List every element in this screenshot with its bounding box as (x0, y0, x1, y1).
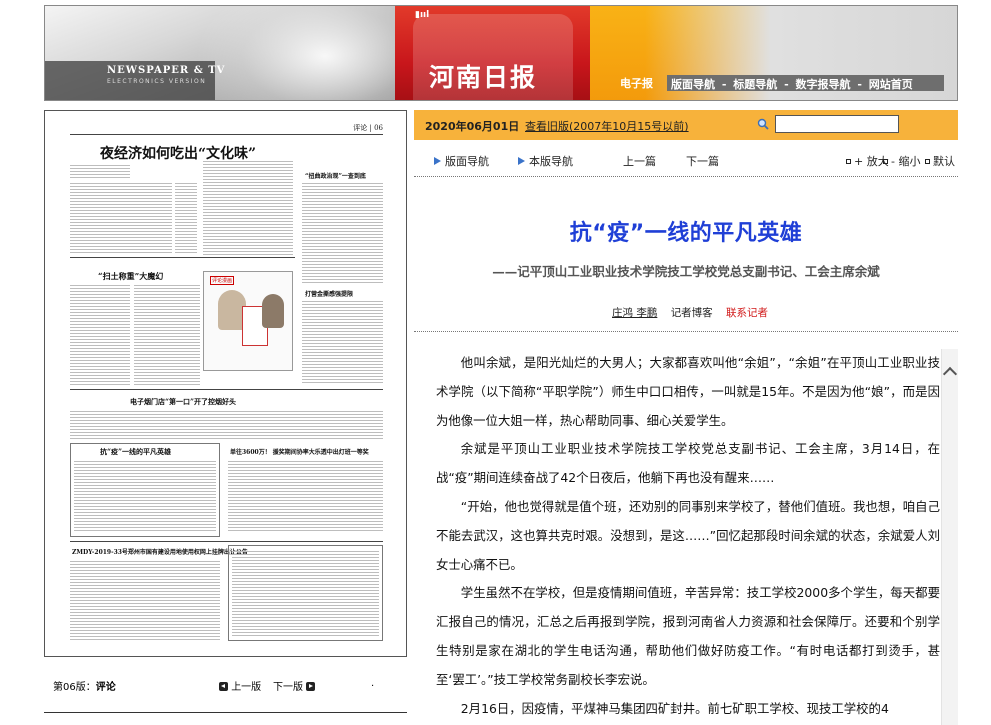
author-link[interactable]: 庄鸿 李鹏 (612, 307, 657, 319)
paper-name: 河南日报 (429, 63, 538, 92)
square-icon (846, 159, 851, 164)
zoom-out-button[interactable]: - 缩小 (883, 153, 920, 169)
text-block (70, 411, 383, 439)
text-block (203, 161, 293, 255)
page-name: 评论 (95, 682, 116, 693)
text-block (228, 461, 383, 533)
divider (44, 712, 407, 713)
headline-2[interactable]: “扫土称重”大魔幻 (98, 271, 163, 282)
newspaper-page-thumbnail[interactable]: 评论 | 06 夜经济如何吃出“文化味” “扫土称重”大魔幻 电子烟门店“第一口… (44, 110, 407, 657)
dotted-divider (414, 331, 958, 332)
old-version-link[interactable]: 查看旧版(2007年10月15号以前) (525, 118, 689, 134)
square-icon (925, 159, 930, 164)
text-block (302, 301, 383, 385)
article-title: 抗“疫”一线的平凡英雄 (569, 221, 803, 246)
cartoon-label: 评论漫画 (210, 276, 235, 285)
prev-page-label: 上一版 (231, 682, 262, 693)
article-paragraph: “开始，他也觉得就是值个班，还劝别的同事别来学校了，替他们值班。我也想，咱自己不… (436, 498, 940, 572)
headline-main[interactable]: 夜经济如何吃出“文化味” (100, 143, 256, 163)
section-label: 电子报 (620, 77, 653, 90)
column-rule (70, 541, 383, 542)
contact-reporter-link[interactable]: 联系记者 (726, 307, 768, 319)
nav-separator: - (857, 78, 862, 91)
footer-dot: . (371, 678, 375, 689)
page-label: 评论 | 06 (353, 124, 383, 132)
article-subtitle: ——记平顶山工业职业技术学院技工学校党总支副书记、工会主席余斌 (492, 264, 880, 279)
banner-graphic (45, 6, 455, 100)
layout-nav-link[interactable]: 版面导航 (434, 153, 489, 169)
text-block (70, 183, 172, 253)
search-icon[interactable] (757, 118, 769, 130)
header-banner: NEWSPAPER & TV ELECTRONICS VERSION ▮ııl … (44, 5, 958, 101)
default-size-button[interactable]: 默认 (925, 153, 955, 169)
article-paragraph: 余斌是平顶山工业职业技术学院技工学校党总支副书记、工会主席，3月14日，在战“疫… (436, 441, 940, 486)
dotted-divider (414, 176, 958, 177)
page-number-label: 第06版： (53, 682, 96, 693)
nav-home[interactable]: 网站首页 (869, 78, 913, 91)
headline-6[interactable]: “扭曲政治观”一查到底 (305, 171, 366, 180)
brand-english-subtitle: ELECTRONICS VERSION (107, 78, 207, 85)
article-paragraph: 他叫余斌，是阳光灿烂的大男人；大家都喜欢叫他“余姐”，“余姐”在平顶山工业职业技… (436, 355, 940, 428)
article-paragraph: 2月16日，因疫情，平煤神马集团四矿封井。前七矿职工学校、现技工学校的4 (460, 700, 889, 716)
this-page-nav-label: 本版导航 (529, 155, 573, 168)
text-block (302, 183, 383, 283)
date-bar: 2020年06月01日 查看旧版(2007年10月15号以前) (414, 110, 958, 140)
zoom-out-label: - 缩小 (891, 155, 921, 168)
arrow-right-icon (434, 157, 441, 165)
article-paragraph: 学生虽然不在学校，但是疫情期间值班，辛苦异常：技工学校2000多个学生，每天都要… (436, 585, 940, 687)
next-article-link[interactable]: 下一篇 (686, 153, 719, 169)
column-rule (70, 257, 295, 258)
next-page-label: 下一版 (273, 682, 303, 693)
text-block (70, 165, 130, 179)
nav-separator: - (784, 78, 789, 91)
article-scrollbar[interactable] (941, 349, 958, 725)
scroll-up-icon[interactable] (942, 365, 959, 382)
byline: 庄鸿 李鹏 记者博客 联系记者 (612, 305, 768, 320)
headline-5[interactable]: 单往3600万！ 援奖期间协率大乐透中出灯班一等奖 (230, 447, 369, 456)
cartoon-figure (262, 294, 284, 328)
page-footer: 第06版：评论 上一版 下一版 . (53, 678, 383, 693)
column-rule (70, 389, 383, 390)
text-block (70, 285, 130, 385)
default-size-label: 默认 (933, 155, 955, 168)
arrow-left-icon (219, 682, 228, 691)
prev-article-link[interactable]: 上一篇 (623, 153, 656, 169)
square-icon (883, 159, 888, 164)
page-number: 第06版：评论 (53, 678, 116, 693)
headline-8[interactable]: ZMDY-2019-33号郑州市国有建设用地使用权网上挂牌出让公告 (72, 547, 248, 556)
reporter-blog-link[interactable]: 记者博客 (671, 307, 713, 319)
article-body: 他叫余斌，是阳光灿烂的大男人；大家都喜欢叫他“余姐”，“余姐”在平顶山工业职业技… (436, 349, 940, 725)
headline-7[interactable]: 打营金撕感强提限 (305, 289, 353, 298)
text-block (232, 551, 379, 637)
arrow-right-icon (306, 682, 316, 691)
arrow-right-icon (518, 157, 525, 165)
prev-page-link[interactable]: 上一版 (219, 678, 261, 693)
text-block (74, 461, 216, 533)
headline-3[interactable]: 电子烟门店“第一口”开了控烟好头 (130, 397, 236, 407)
text-block (134, 285, 200, 385)
brand-english-title: NEWSPAPER & TV (107, 65, 226, 76)
paper-logo-icon: ▮ııl (415, 10, 430, 20)
text-block (70, 561, 220, 641)
this-page-nav-link[interactable]: 本版导航 (518, 153, 573, 169)
page-header: 评论 | 06 (70, 121, 383, 135)
newspaper-page: 评论 | 06 夜经济如何吃出“文化味” “扫土称重”大魔幻 电子烟门店“第一口… (70, 121, 383, 648)
next-page-link[interactable]: 下一版 (273, 678, 316, 693)
headline-4[interactable]: 抗“疫”一线的平凡英雄 (100, 447, 171, 457)
top-nav: 版面导航 - 标题导航 - 数字报导航 - 网站首页 (667, 75, 944, 91)
article-toolbar: 版面导航 本版导航 上一篇 下一篇 + 放大 - 缩小 默认 (414, 153, 958, 169)
text-block (175, 183, 197, 253)
nav-separator: - (721, 78, 727, 91)
layout-nav-label: 版面导航 (445, 155, 489, 168)
nav-title[interactable]: 标题导航 (733, 78, 777, 91)
nav-layout[interactable]: 版面导航 (671, 78, 715, 91)
editorial-cartoon: 评论漫画 (203, 271, 293, 371)
issue-date: 2020年06月01日 (425, 120, 520, 133)
nav-digital[interactable]: 数字报导航 (796, 78, 851, 91)
search-input[interactable] (775, 115, 899, 133)
